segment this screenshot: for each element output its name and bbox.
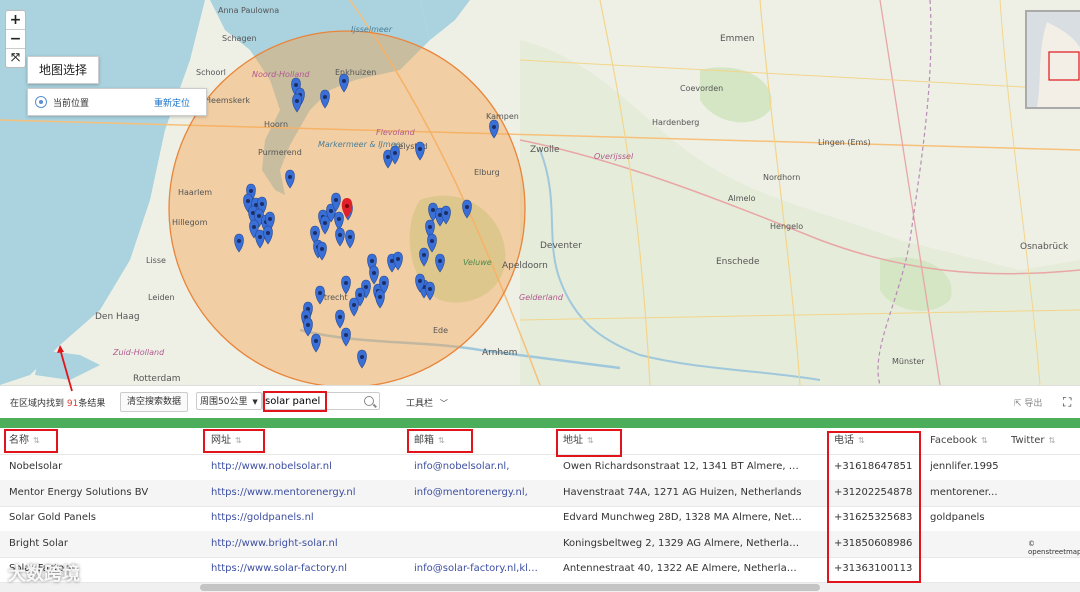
map-marker[interactable] <box>349 297 359 317</box>
cell-url[interactable]: https://www.solar-factory.nl <box>211 556 391 582</box>
highlight-email-column <box>407 429 473 453</box>
highlight-address-column <box>556 429 622 457</box>
marker-layer <box>234 73 499 369</box>
map-marker[interactable] <box>357 349 367 369</box>
search-icon[interactable] <box>364 396 374 406</box>
cell-name: Solar Gold Panels <box>9 512 97 523</box>
export-icon: ⇱ <box>1014 399 1022 409</box>
map-marker[interactable] <box>419 247 429 267</box>
cell-facebook: mentorener... <box>930 486 998 498</box>
map-marker[interactable] <box>341 275 351 295</box>
map-marker[interactable] <box>415 141 425 161</box>
cell-url[interactable]: https://www.mentorenergy.nl <box>211 480 391 506</box>
map-marker[interactable] <box>335 309 345 329</box>
map-marker[interactable] <box>234 233 244 253</box>
highlight-search <box>263 391 327 412</box>
range-select[interactable]: 周围50公里 ▼ <box>196 392 262 410</box>
cell-name: Bright Solar <box>9 537 69 549</box>
map-marker[interactable] <box>339 73 349 93</box>
highlight-name-column <box>4 429 58 453</box>
map-marker[interactable] <box>320 89 330 109</box>
chevron-down-icon: ﹀ <box>439 399 448 408</box>
annotation-arrow <box>57 345 73 392</box>
cell-address: Edvard Munchweg 28D, 1328 MA Almere, Net… <box>563 512 803 523</box>
cell-email[interactable]: info@mentorenergy.nl, <box>414 480 544 506</box>
map-marker[interactable] <box>489 119 499 139</box>
cell-address: Koningsbeltweg 2, 1329 AG Almere, Nether… <box>563 537 803 549</box>
cell-facebook: goldpanels <box>930 512 985 523</box>
fit-bounds-icon[interactable]: ⤧ <box>6 49 25 67</box>
chevron-down-icon: ▼ <box>252 398 258 406</box>
cell-address: Antennestraat 40, 1322 AE Almere, Nether… <box>563 563 803 574</box>
osm-credit: © openstreetmap <box>1028 540 1080 556</box>
cell-name: Nobelsolar <box>9 461 63 472</box>
watermark: 大数跨境 <box>8 564 80 585</box>
range-value: 周围50公里 <box>200 397 248 407</box>
target-icon <box>35 96 47 108</box>
minimap-shape <box>1027 12 1080 107</box>
scrollbar-thumb[interactable] <box>200 584 820 591</box>
fullscreen-icon[interactable]: ⛶ <box>1063 395 1071 410</box>
map-marker[interactable] <box>435 253 445 273</box>
column-header-twitter[interactable]: Twitter ⇅ <box>1011 430 1080 452</box>
column-header-facebook[interactable]: Facebook ⇅ <box>930 430 1000 452</box>
map-marker[interactable] <box>320 215 330 235</box>
map-marker[interactable] <box>369 265 379 285</box>
highlight-phone-column <box>827 431 921 583</box>
clear-search-button[interactable]: 清空搜索数据 <box>120 392 189 412</box>
map-marker[interactable] <box>462 199 472 219</box>
zoom-control: + − ⤧ <box>5 10 26 68</box>
cell-url[interactable]: http://www.nobelsolar.nl <box>211 454 391 480</box>
map-marker[interactable] <box>341 327 351 347</box>
export-button[interactable]: ⇱ 导出 <box>1014 396 1042 409</box>
location-panel: 当前位置 重新定位 <box>27 88 207 116</box>
zoom-out-button[interactable]: − <box>6 30 25 49</box>
map-marker[interactable] <box>427 233 437 253</box>
map-marker[interactable] <box>263 225 273 245</box>
progress-bar <box>0 418 1080 428</box>
cell-url[interactable]: https://goldpanels.nl <box>211 505 391 531</box>
tools-menu[interactable]: 工具栏 ﹀ <box>406 396 448 409</box>
cell-email[interactable]: info@nobelsolar.nl, <box>414 454 544 480</box>
export-label: 导出 <box>1024 399 1043 409</box>
cell-address: Owen Richardsonstraat 12, 1341 BT Almere… <box>563 461 803 472</box>
map-select-button[interactable]: 地图选择 <box>27 56 99 84</box>
zoom-in-button[interactable]: + <box>6 11 25 30</box>
relocate-link[interactable]: 重新定位 <box>154 96 190 109</box>
map-marker[interactable] <box>425 281 435 301</box>
horizontal-scrollbar[interactable] <box>0 583 1080 592</box>
map-marker[interactable] <box>375 289 385 309</box>
map-view[interactable]: Anna Paulowna Schagen Schoorl Heemskerk … <box>0 0 1080 385</box>
cell-address: Havenstraat 74A, 1271 AG Huizen, Netherl… <box>563 486 802 498</box>
minimap[interactable] <box>1025 10 1080 109</box>
map-marker[interactable] <box>255 229 265 249</box>
map-marker[interactable] <box>285 169 295 189</box>
map-marker[interactable] <box>345 229 355 249</box>
search-toolbar: 在区域内找到 91条结果 清空搜索数据 周围50公里 ▼ 工具栏 ﹀ ⇱ 导出 … <box>0 385 1080 418</box>
map-marker[interactable] <box>315 285 325 305</box>
map-marker[interactable] <box>311 333 321 353</box>
current-location-label: 当前位置 <box>53 99 90 109</box>
map-marker[interactable] <box>335 227 345 247</box>
cell-facebook: jennlifer.1995 <box>930 461 999 472</box>
result-suffix: 条结果 <box>78 399 106 409</box>
cell-email[interactable]: info@solar-factory.nl,klant... <box>414 556 544 582</box>
map-marker[interactable] <box>292 93 302 113</box>
highlight-url-column <box>203 429 265 453</box>
map-marker[interactable] <box>303 317 313 337</box>
cell-name: Mentor Energy Solutions BV <box>9 486 149 498</box>
map-marker[interactable] <box>334 211 344 231</box>
tools-label: 工具栏 <box>406 399 434 409</box>
cell-url[interactable]: http://www.bright-solar.nl <box>211 531 391 557</box>
